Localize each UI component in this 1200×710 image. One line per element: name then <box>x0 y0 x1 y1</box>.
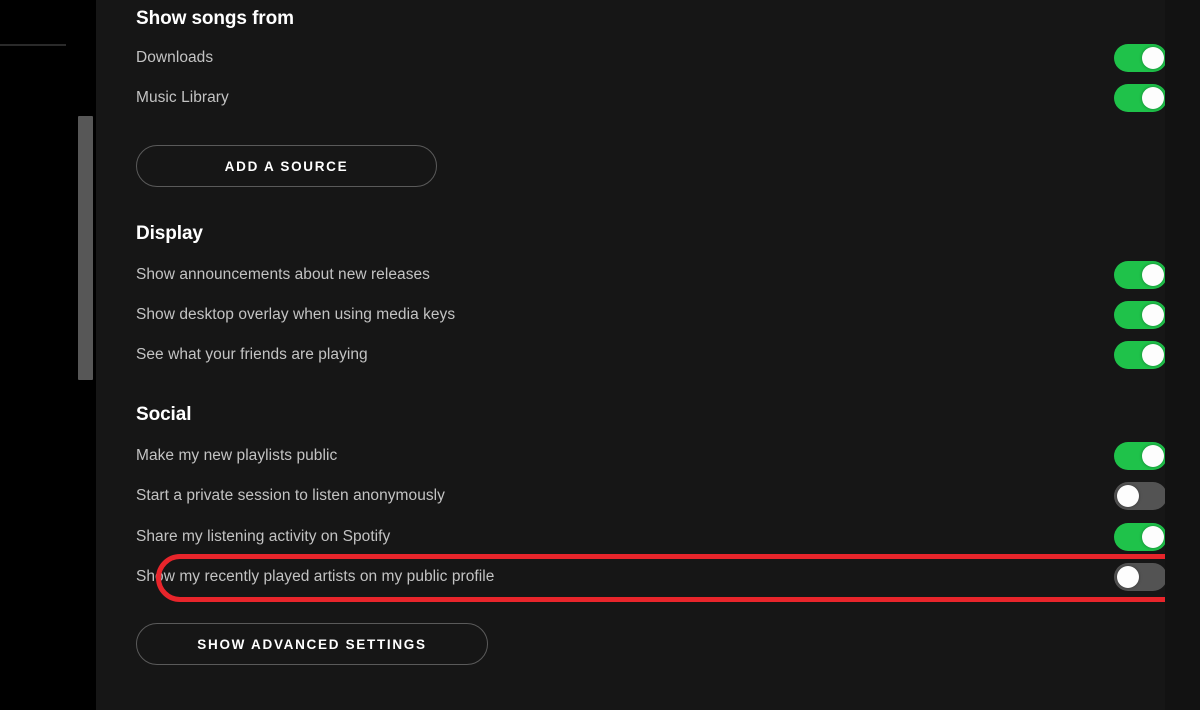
toggle-knob <box>1117 485 1139 507</box>
setting-label-listening-activity: Share my listening activity on Spotify <box>136 528 391 545</box>
left-rail <box>0 0 96 710</box>
toggle-friends-playing[interactable] <box>1114 341 1167 369</box>
toggle-knob <box>1142 344 1164 366</box>
add-a-source-button[interactable]: ADD A SOURCE <box>136 145 437 187</box>
setting-row-listening-activity[interactable]: Share my listening activity on Spotify <box>136 523 1184 551</box>
toggle-listening-activity[interactable] <box>1114 523 1167 551</box>
section-heading-display: Display <box>136 223 203 244</box>
setting-row-music-library[interactable]: Music Library <box>136 84 1184 112</box>
toggle-knob <box>1142 47 1164 69</box>
toggle-knob <box>1142 264 1164 286</box>
section-heading-social: Social <box>136 404 192 425</box>
setting-row-friends-playing[interactable]: See what your friends are playing <box>136 341 1184 369</box>
setting-label-friends-playing: See what your friends are playing <box>136 346 368 363</box>
setting-row-desktop-overlay[interactable]: Show desktop overlay when using media ke… <box>136 301 1184 329</box>
rail-divider <box>0 44 66 46</box>
setting-row-downloads[interactable]: Downloads <box>136 44 1184 72</box>
toggle-playlists-public[interactable] <box>1114 442 1167 470</box>
settings-content: Show songs from Downloads Music Library … <box>136 0 1200 710</box>
setting-label-recently-played-artists: Show my recently played artists on my pu… <box>136 568 495 585</box>
setting-label-downloads: Downloads <box>136 49 214 66</box>
setting-label-desktop-overlay: Show desktop overlay when using media ke… <box>136 306 456 323</box>
toggle-knob <box>1142 87 1164 109</box>
setting-label-playlists-public: Make my new playlists public <box>136 447 338 464</box>
toggle-show-announcements[interactable] <box>1114 261 1167 289</box>
toggle-knob <box>1142 526 1164 548</box>
section-heading-show-songs-from: Show songs from <box>136 8 294 29</box>
setting-row-recently-played-artists[interactable]: Show my recently played artists on my pu… <box>136 563 1184 591</box>
setting-label-music-library: Music Library <box>136 89 229 106</box>
toggle-desktop-overlay[interactable] <box>1114 301 1167 329</box>
settings-panel: Show songs from Downloads Music Library … <box>96 0 1200 710</box>
toggle-downloads[interactable] <box>1114 44 1167 72</box>
setting-label-show-announcements: Show announcements about new releases <box>136 266 430 283</box>
toggle-recently-played-artists[interactable] <box>1114 563 1167 591</box>
toggle-knob <box>1117 566 1139 588</box>
toggle-knob <box>1142 304 1164 326</box>
toggle-knob <box>1142 445 1164 467</box>
setting-row-playlists-public[interactable]: Make my new playlists public <box>136 442 1184 470</box>
setting-row-show-announcements[interactable]: Show announcements about new releases <box>136 261 1184 289</box>
toggle-music-library[interactable] <box>1114 84 1167 112</box>
toggle-private-session[interactable] <box>1114 482 1167 510</box>
settings-screen: Show songs from Downloads Music Library … <box>0 0 1200 710</box>
setting-label-private-session: Start a private session to listen anonym… <box>136 487 445 504</box>
setting-row-private-session[interactable]: Start a private session to listen anonym… <box>136 482 1184 510</box>
page-scrollbar-thumb[interactable] <box>78 116 93 380</box>
right-gutter <box>1165 0 1200 710</box>
show-advanced-settings-button[interactable]: SHOW ADVANCED SETTINGS <box>136 623 488 665</box>
